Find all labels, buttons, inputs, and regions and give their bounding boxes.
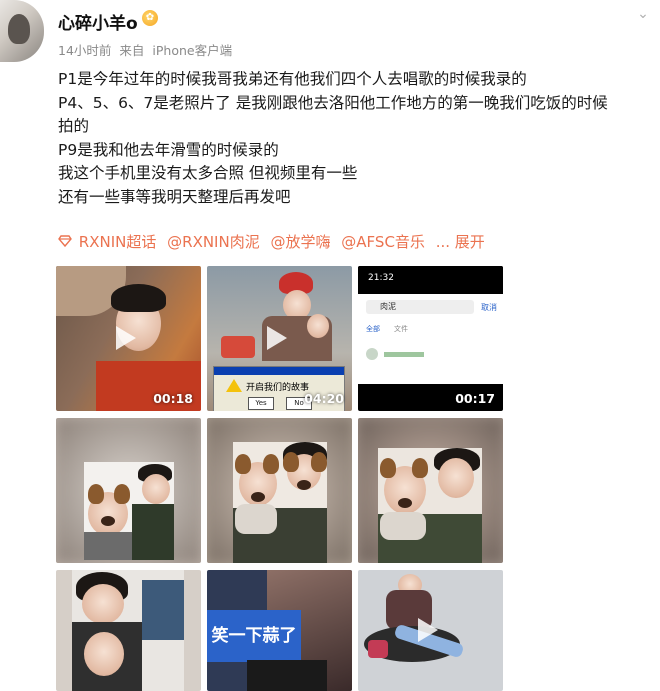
dog-ear-filter — [283, 452, 299, 472]
dog-ear-filter — [412, 458, 428, 478]
image-thumbnail[interactable] — [56, 418, 201, 563]
face — [438, 458, 474, 498]
hair — [111, 284, 166, 312]
search-field: 肉泥 — [366, 300, 474, 314]
photo-inner — [84, 462, 174, 560]
photo-inner — [233, 442, 327, 563]
dog-nose-filter — [297, 480, 311, 490]
post-time[interactable]: 14小时前 — [58, 43, 111, 58]
face — [307, 314, 329, 338]
post-line: P4、5、6、7是老照片了 是我刚跟他去洛阳他工作地方的第一晚我们吃饭的时候 — [58, 93, 608, 112]
post-source[interactable]: iPhone客户端 — [152, 43, 232, 58]
face — [82, 584, 124, 624]
vip-badge-icon[interactable]: ✿ — [142, 10, 158, 26]
video-thumbnail[interactable]: 21:32 肉泥 取消 全部 文件 00:17 — [358, 266, 503, 411]
clothing — [84, 532, 132, 560]
play-icon[interactable] — [418, 618, 438, 642]
dialog-titlebar — [214, 367, 344, 375]
clothing — [247, 660, 327, 691]
video-caption: 笑一下蒜了 — [207, 610, 301, 662]
fur-collar — [380, 512, 426, 540]
dog-ear-filter — [114, 484, 130, 504]
photo-inner — [378, 448, 482, 563]
image-thumbnail[interactable] — [358, 570, 503, 691]
mention-link[interactable]: @放学嗨 — [271, 233, 331, 251]
dog-ear-filter — [88, 484, 104, 504]
post-line: 还有一些事等我明天整理后再发吧 — [58, 187, 291, 206]
warning-icon — [226, 379, 242, 392]
face — [142, 474, 170, 504]
play-icon[interactable] — [418, 326, 438, 350]
post-meta: 14小时前 来自 iPhone客户端 — [58, 40, 236, 59]
dog-ear-filter — [263, 454, 279, 474]
dog-nose-filter — [398, 498, 412, 508]
status-time: 21:32 — [368, 273, 394, 283]
jacket — [132, 504, 174, 560]
post-line: P9是我和他去年滑雪的时候录的 — [58, 140, 279, 159]
image-thumbnail[interactable] — [207, 418, 352, 563]
contact-avatar — [366, 348, 378, 360]
video-thumbnail[interactable]: 00:18 — [56, 266, 201, 411]
yes-button: Yes — [248, 397, 274, 410]
dog-ear-filter — [380, 458, 396, 478]
mention-link[interactable]: @RXNIN肉泥 — [167, 233, 260, 251]
post-text: P1是今年过年的时候我哥我弟还有他我们四个人去唱歌的时候我录的 P4、5、6、7… — [58, 68, 648, 209]
face — [84, 632, 124, 676]
status-bar: 21:32 — [358, 266, 503, 294]
dog-ear-filter — [311, 452, 327, 472]
image-thumbnail[interactable]: 笑一下蒜了 — [207, 570, 352, 691]
expand-link[interactable]: ... 展开 — [436, 233, 485, 251]
contact-row — [384, 352, 424, 357]
post-line: P1是今年过年的时候我哥我弟还有他我们四个人去唱歌的时候我录的 — [58, 70, 527, 88]
mention-link[interactable]: @AFSC音乐 — [341, 233, 425, 251]
tab-files: 文件 — [394, 325, 408, 333]
cancel-label: 取消 — [481, 303, 497, 312]
video-duration: 00:18 — [153, 391, 193, 406]
dog-ear-filter — [235, 454, 251, 474]
tab-all: 全部 — [366, 325, 380, 333]
post-header: 心碎小羊o ✿ 14小时前 来自 iPhone客户端 ⌄ — [0, 0, 660, 62]
diamond-icon — [58, 235, 72, 248]
dog-nose-filter — [251, 492, 265, 502]
chevron-down-icon[interactable]: ⌄ — [636, 7, 650, 22]
play-icon[interactable] — [267, 326, 287, 350]
image-thumbnail[interactable] — [56, 570, 201, 691]
fur-collar — [235, 504, 277, 534]
topic-links: RXNIN超话 @RXNIN肉泥 @放学嗨 @AFSC音乐 ... 展开 — [58, 231, 491, 252]
dialog-text: 开启我们的故事 — [246, 383, 310, 393]
photo-inner — [72, 570, 184, 691]
video-duration: 00:17 — [455, 391, 495, 406]
username[interactable]: 心碎小羊o — [58, 9, 138, 34]
dog-nose-filter — [101, 516, 115, 526]
chair — [221, 336, 255, 358]
video-thumbnail[interactable]: 开启我们的故事 Yes No 04:20 — [207, 266, 352, 411]
post-line: 拍的 — [58, 117, 90, 135]
background-window — [142, 580, 184, 640]
topic-link[interactable]: RXNIN超话 — [79, 233, 157, 251]
play-icon[interactable] — [116, 326, 136, 350]
image-thumbnail[interactable] — [358, 418, 503, 563]
pink-patch — [368, 640, 388, 658]
avatar[interactable] — [0, 0, 44, 62]
video-duration: 04:20 — [304, 391, 344, 406]
source-prefix: 来自 — [119, 43, 145, 58]
post-line: 我这个手机里没有太多合照 但视频里有一些 — [58, 164, 358, 182]
